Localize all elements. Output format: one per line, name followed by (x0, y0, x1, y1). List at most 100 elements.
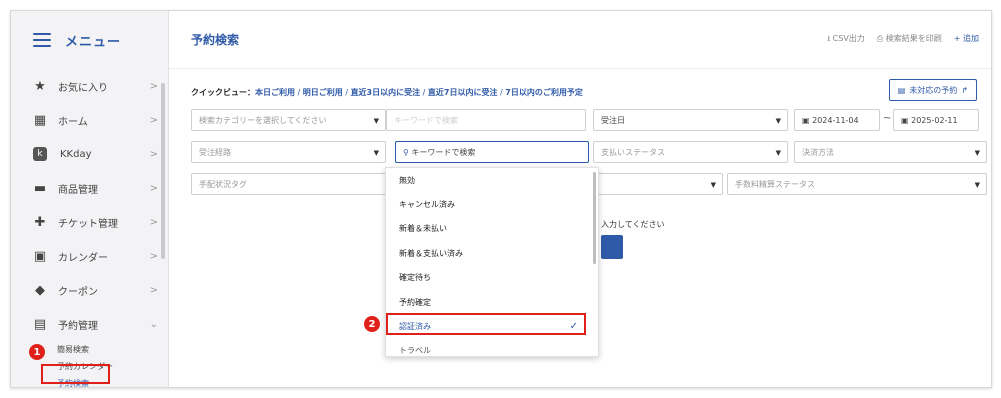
search-icon: ⚲ (403, 147, 412, 157)
sidebar-item-coupons[interactable]: ◆ クーポン > (11, 273, 168, 307)
document-icon: ▤ (897, 85, 906, 95)
order-channel-select[interactable]: 受注経路 ▼ (191, 141, 386, 163)
search-button[interactable] (601, 235, 623, 259)
sidebar-item-label: ホーム (58, 116, 88, 128)
quick-view-bar: クイックビュー：本日ご利用 / 明日ご利用 / 直近3日以内に受注 / 直近7日… (191, 87, 583, 98)
hamburger-icon[interactable] (33, 33, 51, 47)
calendar-icon: ▣ (802, 115, 813, 125)
caret-down-icon: ▼ (373, 117, 379, 125)
sidebar-item-products[interactable]: ▬ 商品管理 > (11, 171, 168, 205)
print-results-button[interactable]: ⎙ 検索結果を印刷 (877, 33, 942, 47)
date-to-value: 2025-02-11 (911, 115, 958, 125)
chevron-right-icon: > (149, 148, 158, 160)
add-label: 追加 (963, 34, 979, 43)
fee-settlement-placeholder: 手数料精算ステータス (735, 179, 815, 189)
sidebar: メニュー ★ お気に入り > ▦ ホーム > k KKday > ▬ 商品管理 … (11, 11, 169, 387)
calendar-icon: ▣ (901, 115, 912, 125)
folder-icon: ▬ (33, 180, 47, 196)
highlight-box-nav (41, 364, 110, 384)
dropdown-search-placeholder: キーワードで検索 (411, 147, 476, 157)
csv-export-button[interactable]: ⭳ CSV出力 (827, 33, 864, 47)
quick-link-today[interactable]: 本日ご利用 (255, 88, 295, 97)
quick-link-upcoming[interactable]: 7日以内のご利用予定 (505, 88, 583, 97)
chevron-right-icon: > (149, 284, 158, 296)
arrangement-tag-placeholder: 手配状況タグ (199, 179, 247, 189)
dropdown-option[interactable]: キャンセル済み (386, 192, 598, 216)
sidebar-item-label: チケット管理 (58, 218, 118, 230)
main-content: 予約検索 ⭳ CSV出力 ⎙ 検索結果を印刷 + 追加 クイックビュー：本日ご利… (169, 11, 991, 387)
ticket-icon: ✚ (34, 214, 46, 230)
sidebar-item-home[interactable]: ▦ ホーム > (11, 103, 168, 137)
payment-method-placeholder: 決済方法 (802, 147, 834, 157)
sidebar-item-label: カレンダー (58, 252, 108, 264)
search-category-select[interactable]: 検索カテゴリーを選択してください ▼ (191, 109, 386, 131)
unhandled-reservations-button[interactable]: ▤ 未対応の予約 ↱ (888, 79, 977, 101)
dropdown-option[interactable]: 予約確定 (386, 290, 598, 314)
dropdown-option[interactable]: 新着＆支払い済み (386, 241, 598, 265)
print-label: 検索結果を印刷 (885, 34, 942, 43)
quick-separator: / (420, 88, 428, 97)
quick-link-tomorrow[interactable]: 明日ご利用 (303, 88, 343, 97)
arrangement-tag-select[interactable]: 手配状況タグ (191, 173, 391, 195)
sidebar-item-reservations[interactable]: ▤ 予約管理 ⌄ (11, 307, 168, 341)
calendar-icon: ▣ (33, 248, 47, 264)
quick-link-3days[interactable]: 直近3日以内に受注 (351, 88, 421, 97)
sidebar-item-label: 予約管理 (58, 320, 98, 332)
csv-export-label: CSV出力 (832, 34, 865, 43)
star-icon: ★ (34, 78, 46, 94)
keyword-placeholder: キーワードで検索 (394, 115, 458, 125)
dropdown-option[interactable]: 確定待ち (386, 266, 598, 290)
dropdown-option[interactable]: 新着＆未払い (386, 217, 598, 241)
tag-icon: ◆ (35, 282, 45, 298)
step-badge-1: 1 (29, 344, 45, 360)
fee-settlement-status-select[interactable]: 手数料精算ステータス ▼ (727, 173, 987, 195)
sidebar-item-calendar[interactable]: ▣ カレンダー > (11, 239, 168, 273)
dropdown-option[interactable]: トラベル (386, 339, 598, 356)
sidebar-item-label: クーポン (58, 286, 98, 298)
date-type-value: 受注日 (601, 115, 625, 125)
chevron-right-icon: > (149, 216, 158, 228)
dropdown-option[interactable]: 無効 (386, 168, 598, 192)
sidebar-item-kkday[interactable]: k KKday > (11, 137, 168, 171)
sidebar-item-favorites[interactable]: ★ お気に入り > (11, 69, 168, 103)
input-hint-text: 入力してください (601, 220, 665, 229)
status-multiselect[interactable]: ▼ (593, 173, 723, 195)
sidebar-header: メニュー (11, 11, 168, 69)
unhandled-label: 未対応の予約 (909, 85, 958, 95)
date-from-value: 2024-11-04 (812, 115, 859, 125)
quick-view-label: クイックビュー： (191, 88, 255, 97)
caret-down-icon: ▼ (775, 117, 781, 125)
grid-icon: ▦ (33, 112, 47, 128)
date-to-input[interactable]: ▣ 2025-02-11 (893, 109, 979, 131)
sidebar-item-tickets[interactable]: ✚ チケット管理 > (11, 205, 168, 239)
payment-status-select[interactable]: 支払いステータス ▼ (593, 141, 788, 163)
document-icon: ▤ (33, 316, 47, 332)
header-actions: ⭳ CSV出力 ⎙ 検索結果を印刷 + 追加 (827, 33, 979, 47)
order-channel-placeholder: 受注経路 (199, 147, 231, 157)
quick-separator: / (342, 88, 351, 97)
payment-method-select[interactable]: 決済方法 ▼ (794, 141, 987, 163)
chevron-right-icon: > (149, 250, 158, 262)
chevron-down-icon: ⌄ (149, 318, 158, 330)
quick-separator: / (295, 88, 303, 97)
dropdown-search-input[interactable]: ⚲ キーワードで検索 (395, 141, 589, 163)
caret-down-icon: ▼ (974, 149, 980, 157)
dropdown-scrollbar[interactable] (593, 172, 596, 264)
add-button[interactable]: + 追加 (954, 33, 979, 47)
quick-link-7days[interactable]: 直近7日以内に受注 (428, 88, 498, 97)
search-category-placeholder: 検索カテゴリーを選択してください (199, 115, 327, 125)
chevron-right-icon: > (149, 80, 158, 92)
date-from-input[interactable]: ▣ 2024-11-04 (794, 109, 880, 131)
date-range-separator: ~ (883, 113, 892, 124)
app-window: メニュー ★ お気に入り > ▦ ホーム > k KKday > ▬ 商品管理 … (10, 10, 992, 388)
date-type-select[interactable]: 受注日 ▼ (593, 109, 788, 131)
chevron-right-icon: > (149, 182, 158, 194)
keyword-input[interactable]: キーワードで検索 (386, 109, 586, 131)
sidebar-item-label: KKday (60, 148, 92, 160)
sidebar-scrollbar[interactable] (161, 83, 165, 259)
step-badge-2: 2 (364, 316, 380, 332)
kkday-logo-icon: k (33, 147, 47, 161)
arrow-redirect-icon: ↱ (961, 85, 968, 95)
caret-down-icon: ▼ (974, 181, 980, 189)
menu-title: メニュー (65, 34, 122, 50)
